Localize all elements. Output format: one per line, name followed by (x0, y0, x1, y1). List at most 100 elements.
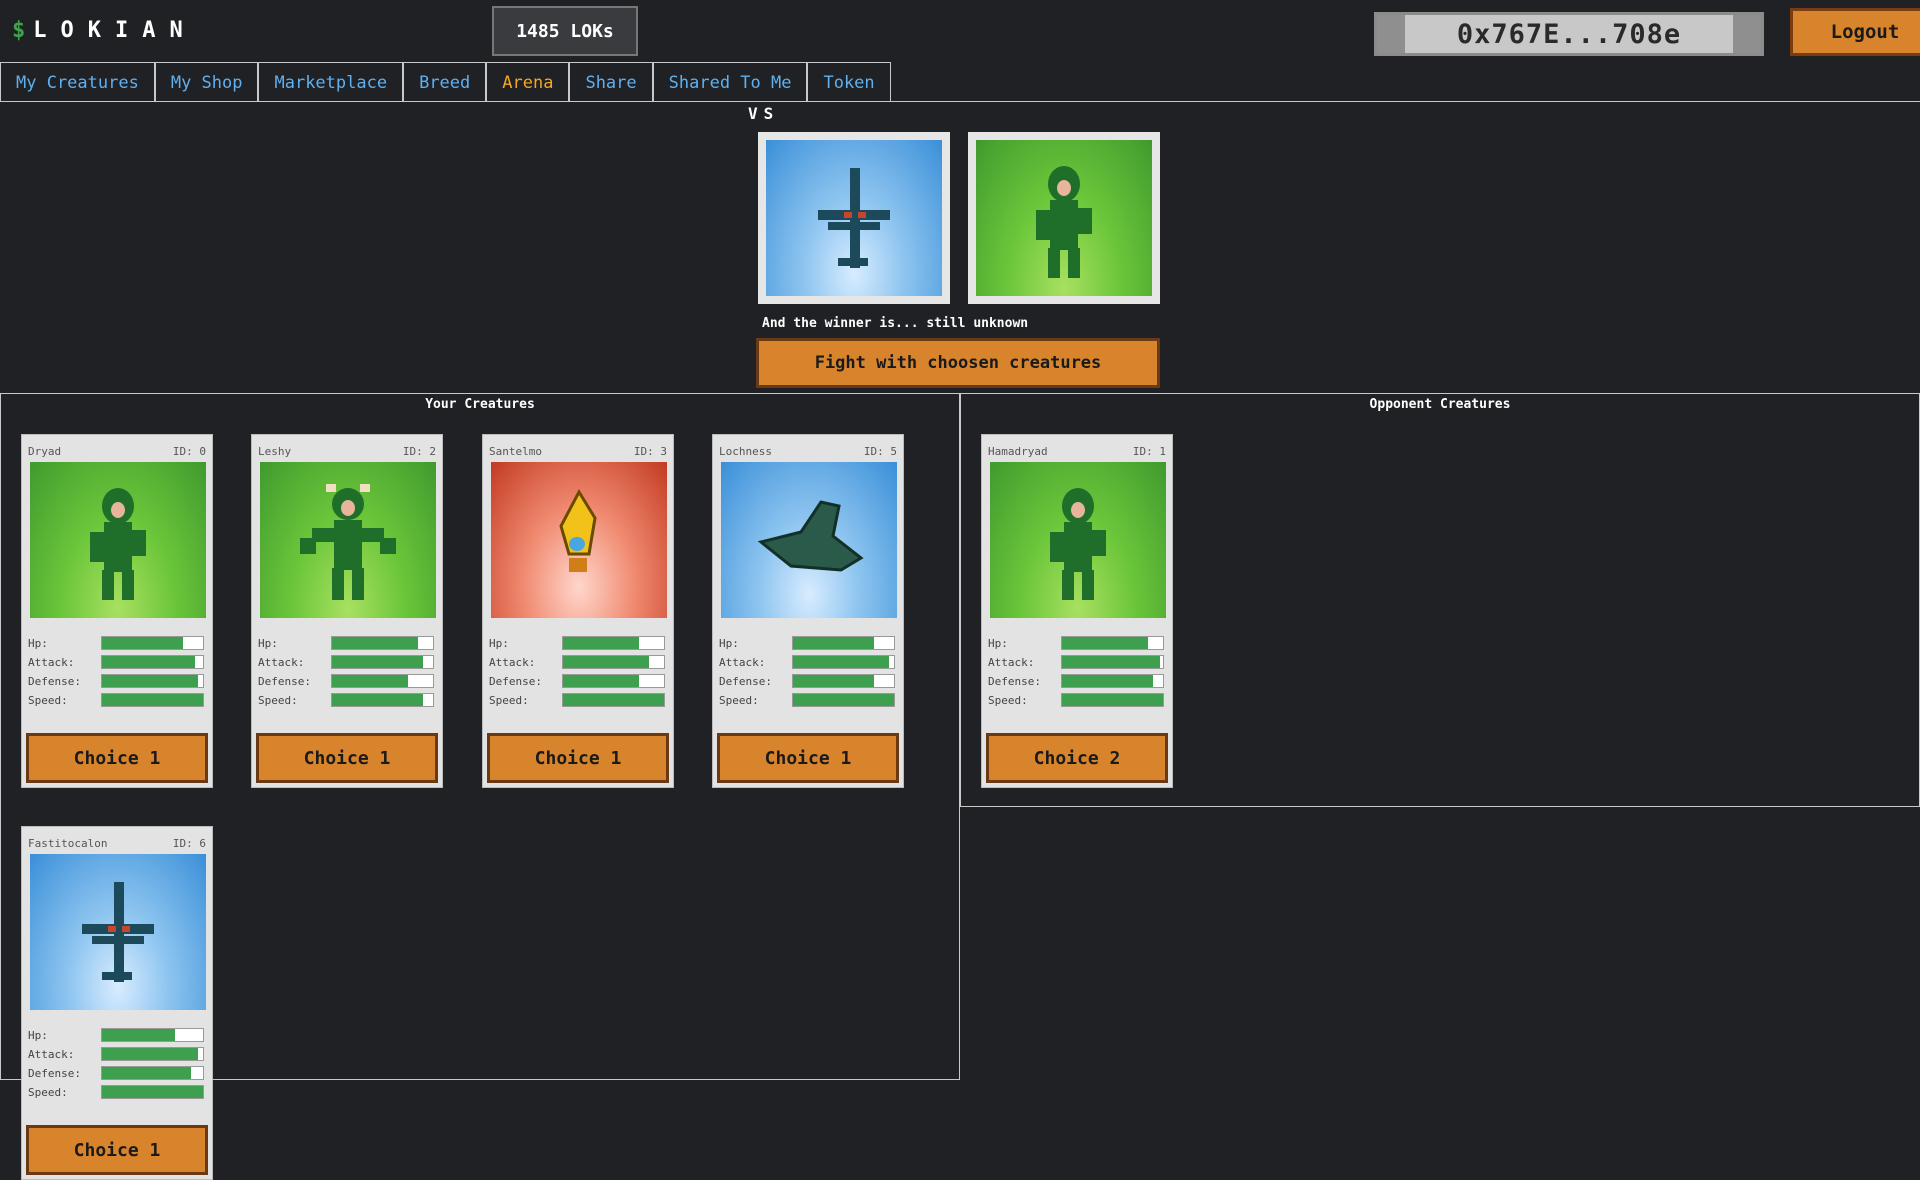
stat-defense-bar (102, 675, 198, 687)
creature-card: Dryad ID: 0 Hp: Attack: Defense: Speed: C… (21, 434, 213, 788)
stat-defense-bar (332, 675, 408, 687)
creature-image (30, 854, 206, 1010)
stat-speed: Speed: (988, 692, 1166, 711)
creature-id: ID: 2 (402, 445, 436, 458)
creature-name: Fastitocalon (28, 837, 108, 850)
tab-token[interactable]: Token (807, 62, 891, 102)
stat-defense: Defense: (258, 673, 436, 692)
tab-my-shop[interactable]: My Shop (154, 62, 259, 102)
choice-button[interactable]: Choice 1 (26, 1125, 208, 1175)
opponent-creatures-panel: Opponent Creatures Hamadryad ID: 1 Hp: At… (960, 393, 1920, 807)
creature-card: Lochness ID: 5 Hp: Attack: Defense: Speed… (712, 434, 904, 788)
choice-button[interactable]: Choice 1 (487, 733, 669, 783)
hamadryad-sprite (1050, 488, 1106, 600)
stat-attack-bar (563, 656, 649, 668)
stat-speed: Speed: (28, 1084, 206, 1103)
stat-hp-bar (102, 1029, 175, 1041)
tab-divider (0, 101, 1920, 102)
stat-hp: Hp: (28, 635, 206, 654)
tab-arena[interactable]: Arena (486, 62, 570, 102)
stat-speed: Speed: (719, 692, 897, 711)
stat-attack: Attack: (988, 654, 1166, 673)
stat-defense: Defense: (489, 673, 667, 692)
fastitocalon-sprite (82, 882, 154, 982)
creature-image (30, 462, 206, 618)
choice-button[interactable]: Choice 2 (986, 733, 1168, 783)
your-creatures-panel: Your Creatures Dryad ID: 0 Hp: Attack: De… (0, 393, 960, 1180)
tab-share[interactable]: Share (569, 62, 653, 102)
stat-defense: Defense: (719, 673, 897, 692)
tab-shared-to-me[interactable]: Shared To Me (652, 62, 808, 102)
stat-attack: Attack: (719, 654, 897, 673)
stat-attack-bar (102, 1048, 198, 1060)
choice-button[interactable]: Choice 1 (26, 733, 208, 783)
stat-hp: Hp: (28, 1027, 206, 1046)
tab-my-creatures[interactable]: My Creatures (0, 62, 155, 102)
stat-speed-bar (102, 694, 203, 706)
stat-speed-bar (1062, 694, 1163, 706)
creature-card: Santelmo ID: 3 Hp: Attack: Defense: Speed… (482, 434, 674, 788)
stat-defense-bar (1062, 675, 1153, 687)
stat-attack-bar (793, 656, 889, 668)
stat-defense: Defense: (28, 673, 206, 692)
stat-hp-bar (793, 637, 874, 649)
wallet-left-cap (1377, 15, 1405, 53)
creature-image (990, 462, 1166, 618)
leshy-sprite (300, 484, 396, 600)
stat-hp: Hp: (258, 635, 436, 654)
creature-name: Dryad (28, 445, 62, 458)
fighter-1-image (766, 140, 942, 296)
stat-hp-bar (332, 637, 418, 649)
creature-stats: Hp: Attack: Defense: Speed: (988, 635, 1166, 711)
choice-button[interactable]: Choice 1 (256, 733, 438, 783)
stat-defense-bar (793, 675, 874, 687)
stat-defense: Defense: (988, 673, 1166, 692)
fight-button[interactable]: Fight with choosen creatures (756, 338, 1160, 388)
logout-button[interactable]: Logout (1790, 8, 1920, 56)
stat-attack: Attack: (258, 654, 436, 673)
stat-speed-bar (332, 694, 423, 706)
stat-attack-bar (1062, 656, 1160, 668)
wallet-address[interactable]: 0x767E...708e (1374, 12, 1764, 56)
fighter-slot-1 (758, 132, 950, 304)
creature-card: Leshy ID: 2 Hp: Attack: Defense: Speed: C… (251, 434, 443, 788)
fighter-2-sprite (1036, 166, 1092, 278)
tab-breed[interactable]: Breed (403, 62, 487, 102)
creature-image (491, 462, 667, 618)
stat-attack: Attack: (28, 1046, 206, 1065)
brand-logo: $LOKIAN (12, 18, 197, 43)
santelmo-sprite (559, 488, 597, 572)
creature-card: Fastitocalon ID: 6 Hp: Attack: Defense: S… (21, 826, 213, 1180)
brand-name: LOKIAN (33, 18, 197, 43)
stat-speed: Speed: (258, 692, 436, 711)
creature-name: Santelmo (489, 445, 542, 458)
stat-attack-bar (332, 656, 423, 668)
dollar-icon: $ (12, 18, 34, 43)
creature-stats: Hp: Attack: Defense: Speed: (28, 635, 206, 711)
stat-hp: Hp: (988, 635, 1166, 654)
creature-id: ID: 0 (172, 445, 206, 458)
stat-speed-bar (563, 694, 664, 706)
winner-status: And the winner is... still unknown (762, 316, 1029, 331)
stat-speed-bar (793, 694, 894, 706)
stat-hp-bar (102, 637, 183, 649)
main-tabs: My Creatures My Shop Marketplace Breed A… (0, 62, 891, 102)
your-creatures-title: Your Creatures (425, 397, 535, 412)
creature-name: Leshy (258, 445, 292, 458)
dryad-sprite (90, 488, 146, 600)
creature-stats: Hp: Attack: Defense: Speed: (719, 635, 897, 711)
stat-attack: Attack: (28, 654, 206, 673)
opponent-creatures-title: Opponent Creatures (1369, 397, 1511, 412)
creature-id: ID: 1 (1132, 445, 1166, 458)
creature-name: Hamadryad (988, 445, 1048, 458)
fighter-2-image (976, 140, 1152, 296)
lochness-sprite (757, 500, 864, 572)
creature-name: Lochness (719, 445, 772, 458)
vs-label: VS (748, 104, 780, 123)
creature-stats: Hp: Attack: Defense: Speed: (28, 1027, 206, 1103)
tab-marketplace[interactable]: Marketplace (258, 62, 404, 102)
creature-id: ID: 3 (633, 445, 667, 458)
token-balance: 1485 LOKs (492, 6, 638, 56)
creature-id: ID: 6 (172, 837, 206, 850)
choice-button[interactable]: Choice 1 (717, 733, 899, 783)
